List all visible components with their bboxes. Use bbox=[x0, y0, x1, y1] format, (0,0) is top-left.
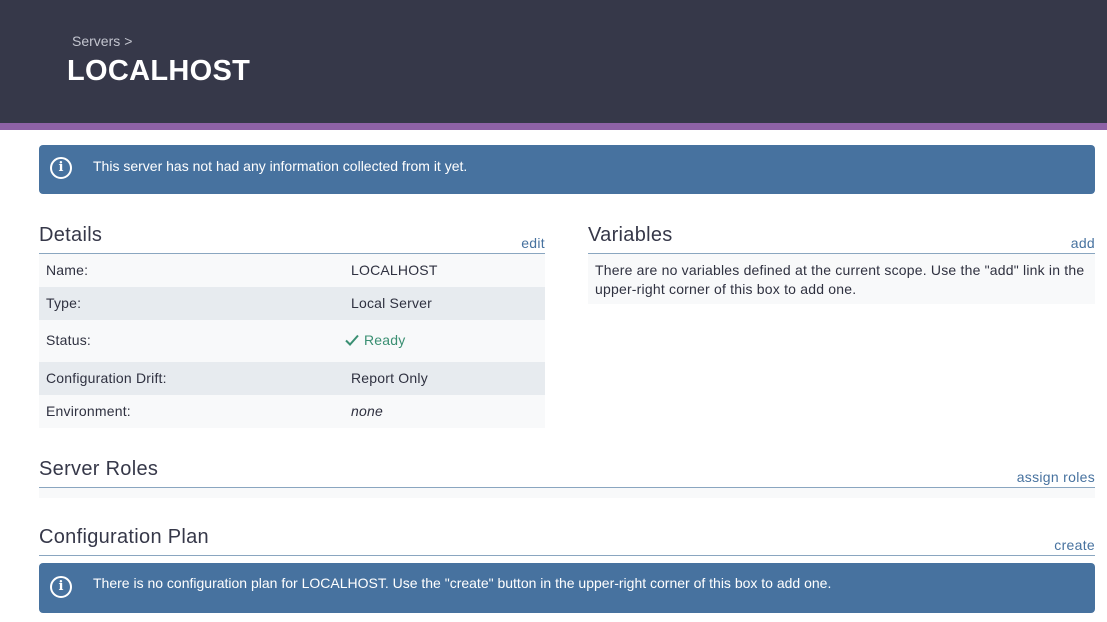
info-icon: i bbox=[50, 576, 72, 598]
breadcrumb: Servers > bbox=[72, 33, 132, 49]
configuration-plan-title: Configuration Plan bbox=[39, 526, 209, 548]
create-plan-link[interactable]: create bbox=[1000, 537, 1095, 553]
detail-value: Local Server bbox=[351, 295, 432, 311]
alert-message: There is no configuration plan for LOCAL… bbox=[93, 575, 832, 591]
detail-label: Name: bbox=[46, 262, 89, 278]
breadcrumb-separator: > bbox=[124, 33, 133, 49]
no-info-alert: i This server has not had any informatio… bbox=[39, 145, 1095, 194]
detail-label: Configuration Drift: bbox=[46, 370, 167, 386]
details-row-environment: Environment: none bbox=[39, 395, 545, 428]
info-icon: i bbox=[50, 157, 72, 179]
details-table: Name: LOCALHOST Type: Local Server Statu… bbox=[39, 254, 545, 428]
assign-roles-link[interactable]: assign roles bbox=[960, 469, 1095, 485]
add-variable-link[interactable]: add bbox=[1030, 235, 1095, 251]
server-roles-box bbox=[39, 488, 1095, 498]
breadcrumb-servers-link[interactable]: Servers bbox=[72, 33, 120, 49]
detail-value: Report Only bbox=[351, 370, 428, 386]
detail-label: Status: bbox=[46, 332, 91, 348]
details-title: Details bbox=[39, 224, 103, 246]
details-row-status: Status: Ready bbox=[39, 320, 545, 362]
detail-label: Type: bbox=[46, 295, 82, 311]
variables-title: Variables bbox=[588, 224, 673, 246]
check-icon bbox=[345, 334, 359, 346]
detail-value: none bbox=[351, 403, 383, 419]
details-row-type: Type: Local Server bbox=[39, 287, 545, 320]
details-row-name: Name: LOCALHOST bbox=[39, 254, 545, 287]
detail-label: Environment: bbox=[46, 403, 131, 419]
no-plan-alert: i There is no configuration plan for LOC… bbox=[39, 563, 1095, 613]
variables-empty-message: There are no variables defined at the cu… bbox=[588, 254, 1095, 304]
server-roles-title: Server Roles bbox=[39, 458, 159, 480]
details-row-configuration-drift: Configuration Drift: Report Only bbox=[39, 362, 545, 395]
detail-value: LOCALHOST bbox=[351, 262, 438, 278]
status-badge: Ready bbox=[345, 332, 405, 348]
alert-message: This server has not had any information … bbox=[93, 158, 468, 174]
page-header: Servers > LOCALHOST bbox=[0, 0, 1107, 130]
status-text: Ready bbox=[364, 332, 406, 348]
configuration-plan-divider bbox=[39, 555, 1095, 556]
edit-details-link[interactable]: edit bbox=[480, 235, 545, 251]
page-title: LOCALHOST bbox=[67, 55, 251, 87]
